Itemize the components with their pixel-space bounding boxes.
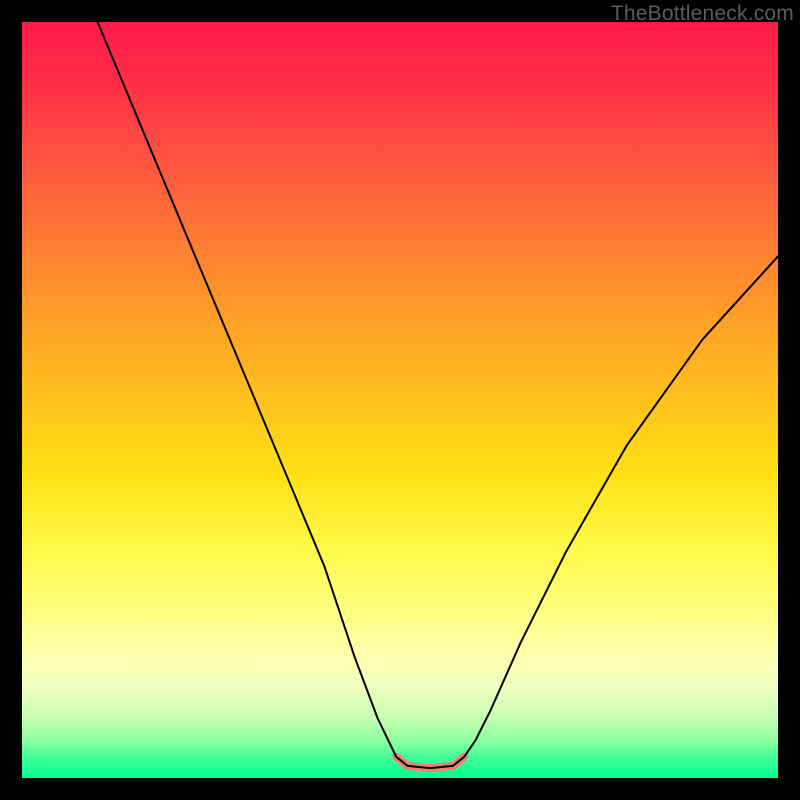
curve-main: [98, 22, 778, 768]
chart-frame: TheBottleneck.com: [0, 0, 800, 800]
curve-highlight: [396, 757, 464, 768]
plot-area: [22, 22, 778, 778]
chart-svg: [22, 22, 778, 778]
watermark-text: TheBottleneck.com: [611, 2, 794, 26]
